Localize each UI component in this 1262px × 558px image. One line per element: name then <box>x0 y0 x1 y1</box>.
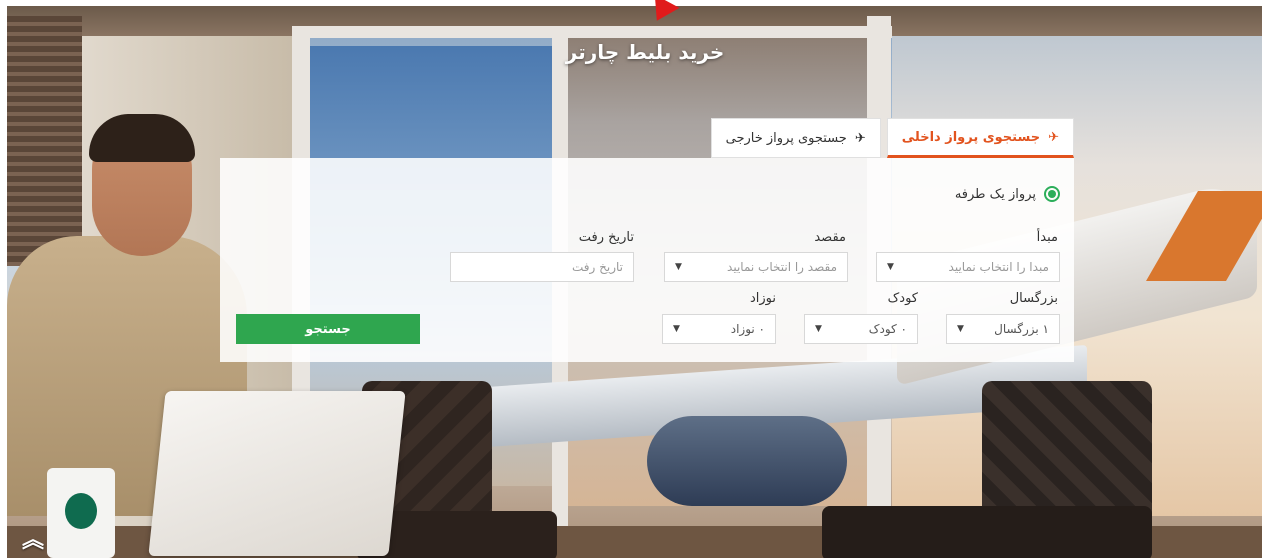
caret-down-icon: ▼ <box>675 262 682 272</box>
origin-label: مبدأ <box>1036 230 1058 245</box>
one-way-option[interactable]: پرواز یک طرفه <box>955 186 1060 202</box>
page-title: خرید بلیط چارتر <box>565 40 725 64</box>
tab-label: جستجوی پرواز داخلی <box>901 129 1041 145</box>
children-value: ۰ کودک <box>868 322 907 336</box>
window-frame <box>292 26 892 38</box>
caret-down-icon: ▼ <box>887 262 894 272</box>
laptop <box>148 391 406 556</box>
infants-value: ۰ نوزاد <box>730 322 765 336</box>
one-way-label: پرواز یک طرفه <box>954 186 1036 202</box>
destination-select[interactable]: مقصد را انتخاب نمایید ▼ <box>664 252 848 282</box>
children-select[interactable]: ۰ کودک ▼ <box>804 314 918 344</box>
plane-icon: ✈ <box>854 130 866 146</box>
caret-down-icon: ▼ <box>673 324 680 334</box>
departure-date-input[interactable]: تاریخ رفت <box>450 252 634 282</box>
tab-label: جستجوی پرواز خارجی <box>725 130 847 146</box>
destination-label: مقصد <box>814 230 846 245</box>
origin-placeholder: مبدا را انتخاب نمایید <box>948 260 1049 274</box>
chair-right-base <box>822 506 1152 558</box>
infants-select[interactable]: ۰ نوزاد ▼ <box>662 314 776 344</box>
infants-label: نوزاد <box>749 291 776 306</box>
caret-down-icon: ▼ <box>957 324 964 334</box>
departure-date-label: تاریخ رفت <box>578 230 634 245</box>
tab-international-flights[interactable]: ✈ جستجوی پرواز خارجی <box>710 118 881 158</box>
adults-select[interactable]: ۱ بزرگسال ▼ <box>946 314 1060 344</box>
search-tabs: ✈ جستجوی پرواز داخلی ✈ جستجوی پرواز خارج… <box>710 118 1074 158</box>
search-button[interactable]: جستجو <box>236 314 420 344</box>
adults-value: ۱ بزرگسال <box>994 322 1049 336</box>
tab-domestic-flights[interactable]: ✈ جستجوی پرواز داخلی <box>886 118 1074 158</box>
destination-placeholder: مقصد را انتخاب نمایید <box>727 260 837 274</box>
departure-date-placeholder: تاریخ رفت <box>571 260 623 274</box>
caret-down-icon: ▼ <box>815 324 822 334</box>
adults-label: بزرگسال <box>1009 291 1058 306</box>
plane-icon: ✈ <box>1048 129 1059 145</box>
children-label: کودک <box>887 291 918 306</box>
radio-selected-icon[interactable] <box>1044 186 1060 202</box>
origin-select[interactable]: مبدا را انتخاب نمایید ▼ <box>876 252 1060 282</box>
person-hair <box>89 114 195 162</box>
mug-logo <box>65 493 97 529</box>
double-chevron-up-icon[interactable]: ︽ <box>20 528 46 554</box>
window-blind <box>7 16 82 266</box>
airplane-engine <box>647 416 847 506</box>
flight-search-panel: پرواز یک طرفه مبدأ مقصد تاریخ رفت مبدا ر… <box>220 158 1074 362</box>
